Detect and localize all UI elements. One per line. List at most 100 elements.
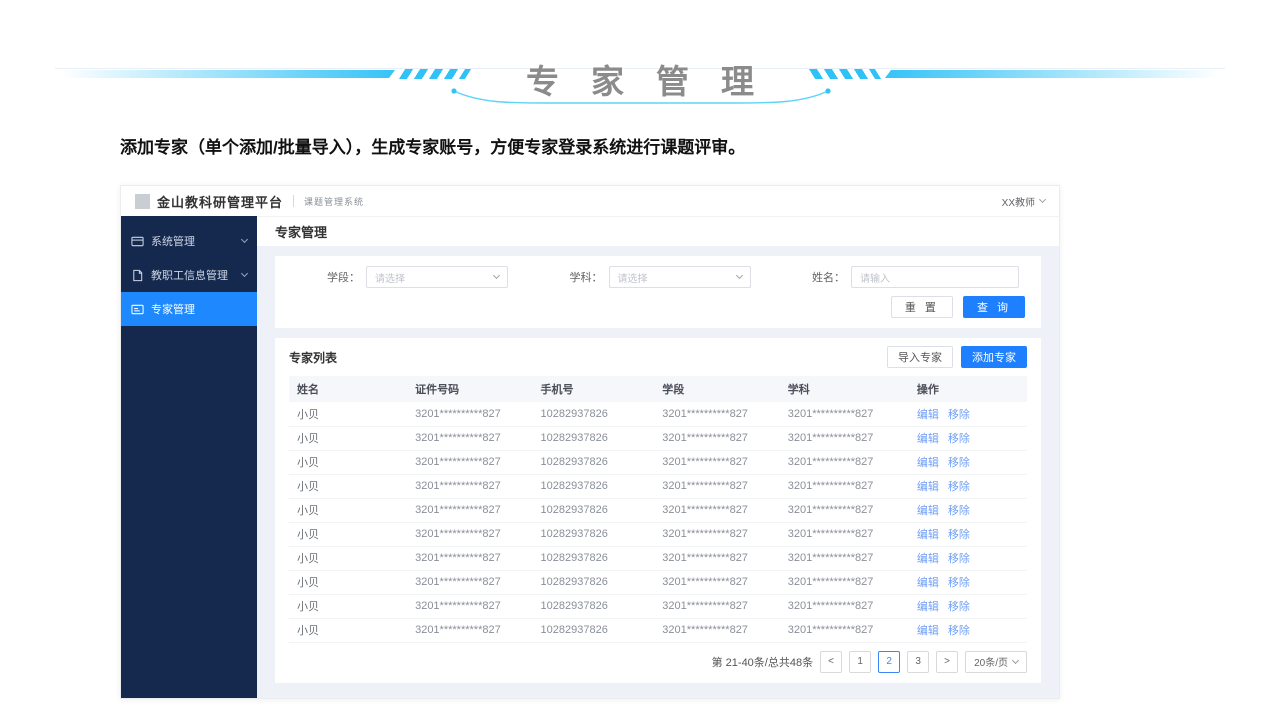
stage-select[interactable]: 请选择 bbox=[366, 266, 508, 288]
cell-phone: 10282937826 bbox=[533, 498, 655, 522]
cell-id-number: 3201**********827 bbox=[407, 426, 532, 450]
user-menu[interactable]: XX教师 bbox=[1002, 194, 1045, 209]
cell-id-number: 3201**********827 bbox=[407, 402, 532, 426]
edit-link[interactable]: 编辑 bbox=[917, 577, 939, 589]
table-row: 小贝3201**********827102829378263201******… bbox=[289, 594, 1027, 618]
cell-subject: 3201**********827 bbox=[780, 426, 909, 450]
cell-id-number: 3201**********827 bbox=[407, 498, 532, 522]
name-input[interactable]: 请输入 bbox=[851, 266, 1019, 288]
edit-link[interactable]: 编辑 bbox=[917, 409, 939, 421]
cell-name: 小贝 bbox=[289, 594, 407, 618]
chevron-down-icon bbox=[241, 270, 248, 277]
page-size-value: 20条/页 bbox=[974, 654, 1008, 669]
remove-link[interactable]: 移除 bbox=[948, 529, 970, 541]
cell-phone: 10282937826 bbox=[533, 450, 655, 474]
main-content: 专家管理 学段： 请选择 学科： bbox=[257, 216, 1059, 698]
chevron-down-icon bbox=[735, 272, 742, 279]
cell-name: 小贝 bbox=[289, 498, 407, 522]
chevron-down-icon bbox=[241, 236, 248, 243]
cell-id-number: 3201**********827 bbox=[407, 570, 532, 594]
sidebar-item-system-management[interactable]: 系统管理 bbox=[121, 224, 257, 258]
sidebar-item-expert-management[interactable]: 专家管理 bbox=[121, 292, 257, 326]
table-row: 小贝3201**********827102829378263201******… bbox=[289, 498, 1027, 522]
subject-select-placeholder: 请选择 bbox=[618, 270, 648, 285]
user-name: XX教师 bbox=[1002, 194, 1035, 209]
remove-link[interactable]: 移除 bbox=[948, 409, 970, 421]
app-screenshot: 金山教科研管理平台 课题管理系统 XX教师 系统管理 bbox=[120, 185, 1060, 699]
cell-id-number: 3201**********827 bbox=[407, 522, 532, 546]
sidebar: 系统管理 教职工信息管理 专家管理 bbox=[121, 216, 257, 698]
header-divider bbox=[293, 195, 294, 207]
cell-subject: 3201**********827 bbox=[780, 498, 909, 522]
cell-stage: 3201**********827 bbox=[654, 474, 779, 498]
cell-name: 小贝 bbox=[289, 522, 407, 546]
cell-subject: 3201**********827 bbox=[780, 570, 909, 594]
cell-stage: 3201**********827 bbox=[654, 522, 779, 546]
edit-link[interactable]: 编辑 bbox=[917, 481, 939, 493]
page-size-select[interactable]: 20条/页 bbox=[965, 651, 1027, 673]
edit-link[interactable]: 编辑 bbox=[917, 433, 939, 445]
add-expert-button[interactable]: 添加专家 bbox=[961, 346, 1027, 368]
edit-link[interactable]: 编辑 bbox=[917, 601, 939, 613]
feature-description: 添加专家（单个添加/批量导入），生成专家账号，方便专家登录系统进行课题评审。 bbox=[120, 133, 745, 158]
table-row: 小贝3201**********827102829378263201******… bbox=[289, 618, 1027, 642]
pagination: 第 21-40条/总共48条 < 1 2 3 > 20条/页 bbox=[289, 651, 1027, 673]
edit-link[interactable]: 编辑 bbox=[917, 457, 939, 469]
import-expert-button[interactable]: 导入专家 bbox=[887, 346, 953, 368]
cell-subject: 3201**********827 bbox=[780, 546, 909, 570]
edit-link[interactable]: 编辑 bbox=[917, 553, 939, 565]
remove-link[interactable]: 移除 bbox=[948, 601, 970, 613]
table-row: 小贝3201**********827102829378263201******… bbox=[289, 474, 1027, 498]
cell-id-number: 3201**********827 bbox=[407, 594, 532, 618]
remove-link[interactable]: 移除 bbox=[948, 625, 970, 637]
col-subject: 学科 bbox=[780, 376, 909, 402]
cell-actions: 编辑移除 bbox=[909, 594, 1027, 618]
col-actions: 操作 bbox=[909, 376, 1027, 402]
expert-table: 姓名 证件号码 手机号 学段 学科 操作 小贝3201**********827… bbox=[289, 376, 1027, 643]
page-button-3[interactable]: 3 bbox=[907, 651, 929, 673]
sidebar-item-label: 系统管理 bbox=[151, 233, 235, 249]
cell-stage: 3201**********827 bbox=[654, 498, 779, 522]
remove-link[interactable]: 移除 bbox=[948, 577, 970, 589]
cell-actions: 编辑移除 bbox=[909, 426, 1027, 450]
prev-page-button[interactable]: < bbox=[820, 651, 842, 673]
remove-link[interactable]: 移除 bbox=[948, 433, 970, 445]
table-row: 小贝3201**********827102829378263201******… bbox=[289, 450, 1027, 474]
table-row: 小贝3201**********827102829378263201******… bbox=[289, 570, 1027, 594]
cell-phone: 10282937826 bbox=[533, 426, 655, 450]
table-row: 小贝3201**********827102829378263201******… bbox=[289, 546, 1027, 570]
search-button[interactable]: 查 询 bbox=[963, 296, 1025, 318]
next-page-button[interactable]: > bbox=[936, 651, 958, 673]
pagination-summary: 第 21-40条/总共48条 bbox=[712, 654, 813, 670]
sidebar-item-label: 专家管理 bbox=[151, 301, 247, 317]
cell-subject: 3201**********827 bbox=[780, 474, 909, 498]
remove-link[interactable]: 移除 bbox=[948, 457, 970, 469]
remove-link[interactable]: 移除 bbox=[948, 481, 970, 493]
edit-link[interactable]: 编辑 bbox=[917, 625, 939, 637]
cell-subject: 3201**********827 bbox=[780, 594, 909, 618]
subject-select[interactable]: 请选择 bbox=[609, 266, 751, 288]
cell-actions: 编辑移除 bbox=[909, 474, 1027, 498]
cell-subject: 3201**********827 bbox=[780, 402, 909, 426]
expert-icon bbox=[131, 303, 144, 316]
page-button-2-active[interactable]: 2 bbox=[878, 651, 900, 673]
edit-link[interactable]: 编辑 bbox=[917, 529, 939, 541]
cell-stage: 3201**********827 bbox=[654, 450, 779, 474]
sidebar-item-staff-info-management[interactable]: 教职工信息管理 bbox=[121, 258, 257, 292]
remove-link[interactable]: 移除 bbox=[948, 505, 970, 517]
cell-phone: 10282937826 bbox=[533, 546, 655, 570]
page-button-1[interactable]: 1 bbox=[849, 651, 871, 673]
expert-list-card: 专家列表 导入专家 添加专家 姓名 bbox=[275, 338, 1041, 683]
cell-phone: 10282937826 bbox=[533, 474, 655, 498]
cell-actions: 编辑移除 bbox=[909, 402, 1027, 426]
cell-id-number: 3201**********827 bbox=[407, 474, 532, 498]
cell-id-number: 3201**********827 bbox=[407, 618, 532, 642]
cell-stage: 3201**********827 bbox=[654, 546, 779, 570]
reset-button[interactable]: 重 置 bbox=[891, 296, 953, 318]
chevron-down-icon bbox=[1039, 196, 1046, 203]
remove-link[interactable]: 移除 bbox=[948, 553, 970, 565]
table-row: 小贝3201**********827102829378263201******… bbox=[289, 402, 1027, 426]
cell-subject: 3201**********827 bbox=[780, 522, 909, 546]
edit-link[interactable]: 编辑 bbox=[917, 505, 939, 517]
filter-card: 学段： 请选择 学科： 请选择 bbox=[275, 256, 1041, 328]
